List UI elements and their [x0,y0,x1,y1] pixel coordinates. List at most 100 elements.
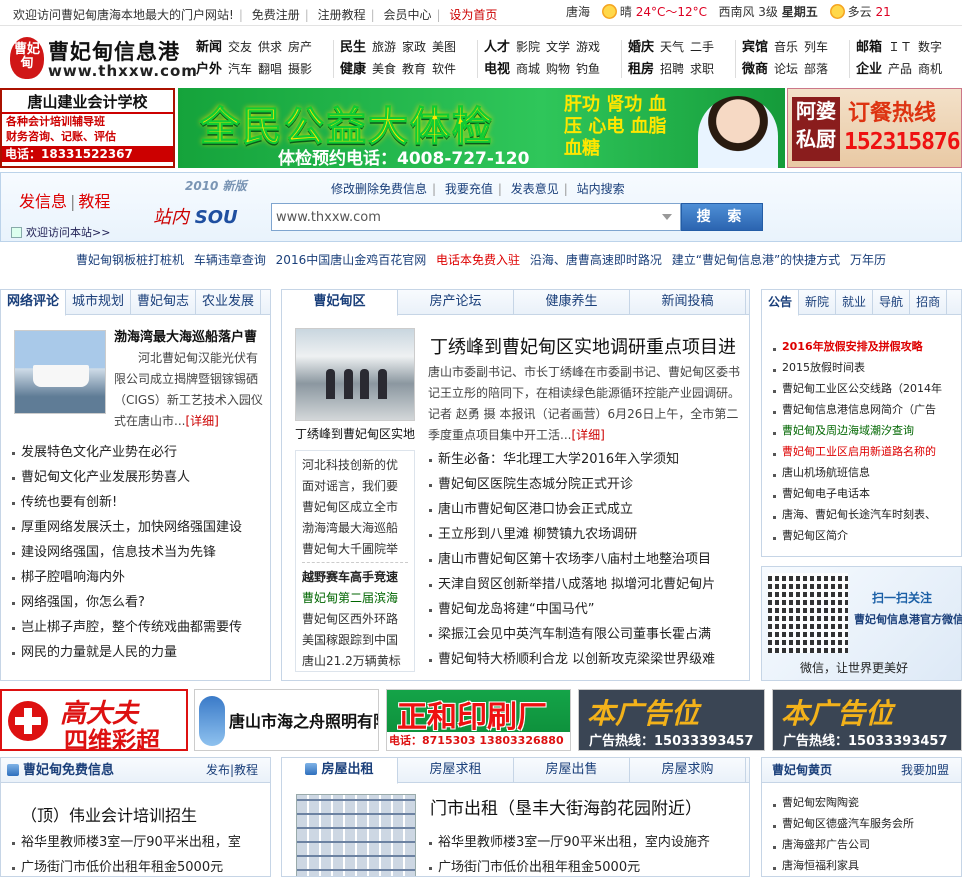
list-item[interactable]: 新生必备：华北理工大学2016年入学须知 [426,447,746,472]
list-item[interactable]: 曹妃甸工业区启用新道路名称的 [770,441,960,462]
list-item[interactable]: 天津自贸区创新举措八成落地 拟增河北曹妃甸片 [426,572,746,597]
nav-item[interactable]: 影院 [516,40,540,54]
feature-title[interactable]: 渤海湾最大海巡船落户曹 [114,326,257,345]
tutorial-link[interactable]: 教程 [78,192,110,211]
wechat-qr-box[interactable]: 扫一扫关注 曹妃甸信息港官方微信 微信，让世界更美好 [761,566,962,681]
list-item[interactable]: 唐海、曹妃甸长途汽车时刻表、 [770,504,960,525]
feedback-link[interactable]: 发表意见 [511,182,559,196]
nav-item[interactable]: 美食 [372,62,396,76]
list-item[interactable]: 2016年放假安排及拼假攻略 [770,336,960,357]
nav-item[interactable]: 美图 [432,40,456,54]
search-button[interactable]: 搜 索 [681,203,763,231]
post-info-link[interactable]: 发信息 [19,192,67,211]
list-item[interactable]: 裕华里教师楼3室一厅90平米出租，室内设施齐 [426,830,746,855]
list-item[interactable]: 唐山市曹妃甸区第十农场李八庙村土地整治项目 [426,547,746,572]
banner-accounting-school[interactable]: 唐山建业会计学校 各种会计培训辅导班 财务咨询、记账、评估 电话：1833152… [0,88,175,168]
list-item[interactable]: 曹妃甸区简介 [770,525,960,546]
banner-health-check[interactable]: 全民公益大体检 体检预约电话：4008-727-120 肝功 肾功 血压 心电 … [178,88,785,168]
side-news-item[interactable]: 曹妃甸区西外环路 [302,609,408,630]
side-news-item[interactable]: 美国稼跟踪到中国 [302,630,408,651]
nav-item[interactable]: 软件 [432,62,456,76]
list-item[interactable]: 曹妃甸特大桥顺利合龙 以创新攻克梁梁世界级难 [426,647,746,672]
nav-item[interactable]: 人才 [484,40,510,55]
list-item[interactable]: 网络强国，你怎么看? [9,590,269,615]
ad-lighting[interactable]: 唐山市海之舟照明有限公司 [194,689,379,751]
chevron-down-icon[interactable] [662,214,672,220]
list-item[interactable]: 曹妃甸区德盛汽车服务会所 [770,813,960,834]
quick-link[interactable]: 电话本免费入驻 [436,253,520,267]
ad-ultrasound[interactable]: 高大夫 四维彩超 [0,689,188,751]
list-item[interactable]: 传统也要有创新! [9,490,269,515]
nav-item[interactable]: 婚庆 [628,40,654,55]
more-link[interactable]: [详细] [185,414,218,428]
nav-item[interactable]: 电视 [484,62,510,77]
site-logo[interactable]: 曹妃甸 曹妃甸信息港 www.thxxw.com [8,34,197,84]
quick-link[interactable]: 沿海、唐曹高速即时路况 [530,253,662,267]
housing-map-image[interactable] [296,794,416,876]
list-item[interactable]: 裕华里教师楼3室一厅90平米出租，室 [9,830,269,855]
nav-item[interactable]: 钓鱼 [576,62,600,76]
tab-rent-wanted[interactable]: 房屋求租 [398,758,514,783]
tab-investment[interactable]: 招商 [910,290,948,315]
list-item[interactable]: 2015放假时间表 [770,357,960,378]
nav-item[interactable]: 产品 [888,62,912,76]
set-homepage-link[interactable]: 设为首页 [444,8,502,22]
list-item[interactable]: 唐山市曹妃甸区港口协会正式成立 [426,497,746,522]
side-news-item[interactable]: 唐山21.2万辆黄标 [302,651,408,672]
nav-item[interactable]: 旅游 [372,40,396,54]
nav-item[interactable]: 部落 [804,62,828,76]
more-link[interactable]: [详细] [571,428,604,442]
nav-item[interactable]: 宾馆 [742,40,768,55]
nav-item[interactable]: 房产 [288,40,312,54]
top-listing[interactable]: 门市出租（垦丰大街海韵花园附近） [430,794,702,819]
nav-item[interactable]: 摄影 [288,62,312,76]
list-item[interactable]: 唐海恒福利家具 [770,855,960,876]
tab-jobs[interactable]: 就业 [836,290,874,315]
side-news-item[interactable]: 面对谣言，我们要 [302,476,408,497]
site-search-link[interactable]: 站内搜索 [577,182,625,196]
tab-city-planning[interactable]: 城市规划 [66,290,132,315]
list-item[interactable]: 发展特色文化产业势在必行 [9,440,269,465]
nav-item[interactable]: 民生 [340,40,366,55]
nav-item[interactable]: 求职 [690,62,714,76]
tab-notice[interactable]: 公告 [762,290,800,316]
side-news-item[interactable]: 越野赛车高手竞速 [302,567,408,588]
nav-item[interactable]: 天气 [660,40,684,54]
nav-item[interactable]: 新闻 [196,40,222,55]
register-tutorial-link[interactable]: 注册教程 [313,8,371,22]
nav-item[interactable]: 健康 [340,62,366,77]
list-item[interactable]: 广场街门市低价出租年租金5000元 [426,855,746,876]
nav-item[interactable]: 交友 [228,40,252,54]
nav-item[interactable]: 微商 [742,62,768,77]
member-center-link[interactable]: 会员中心 [378,8,436,22]
nav-item[interactable]: ＩＴ [888,40,912,54]
list-item[interactable]: 唐海盛邦广告公司 [770,834,960,855]
list-item[interactable]: 建设网络强国，信息技术当为先锋 [9,540,269,565]
list-item[interactable]: 梁振江会见中英汽车制造有限公司董事长霍占满 [426,622,746,647]
side-news-item[interactable]: 曹妃甸大千圃院举 [302,539,408,560]
nav-item[interactable]: 汽车 [228,62,252,76]
join-link[interactable]: 我要加盟 [901,758,949,783]
pinned-item[interactable]: （顶）伟业会计培训招生 [21,802,197,826]
tab-caofeidian-district[interactable]: 曹妃甸区 [282,290,398,316]
nav-item[interactable]: 企业 [856,62,882,77]
tab-news-submit[interactable]: 新闻投稿 [630,290,746,315]
list-item[interactable]: 网民的力量就是人民的力量 [9,640,269,665]
tab-housing-forum[interactable]: 房产论坛 [398,290,514,315]
recharge-link[interactable]: 我要充值 [445,182,493,196]
nav-item[interactable]: 购物 [546,62,570,76]
tab-want-buy[interactable]: 房屋求购 [630,758,746,783]
register-link[interactable]: 免费注册 [247,8,305,22]
nav-item[interactable]: 游戏 [576,40,600,54]
tab-for-sale[interactable]: 房屋出售 [514,758,630,783]
nav-item[interactable]: 教育 [402,62,426,76]
list-item[interactable]: 曹妃甸文化产业发展形势喜人 [9,465,269,490]
publish-tutorial-link[interactable]: 发布|教程 [206,758,258,783]
tab-agriculture[interactable]: 农业发展 [196,290,262,315]
nav-item[interactable]: 供求 [258,40,282,54]
tab-new-court[interactable]: 新院 [799,290,837,315]
nav-item[interactable]: 租房 [628,62,654,77]
nav-item[interactable]: 数字 [918,40,942,54]
nav-item[interactable]: 论坛 [774,62,798,76]
list-item[interactable]: 曹妃甸电子电话本 [770,483,960,504]
